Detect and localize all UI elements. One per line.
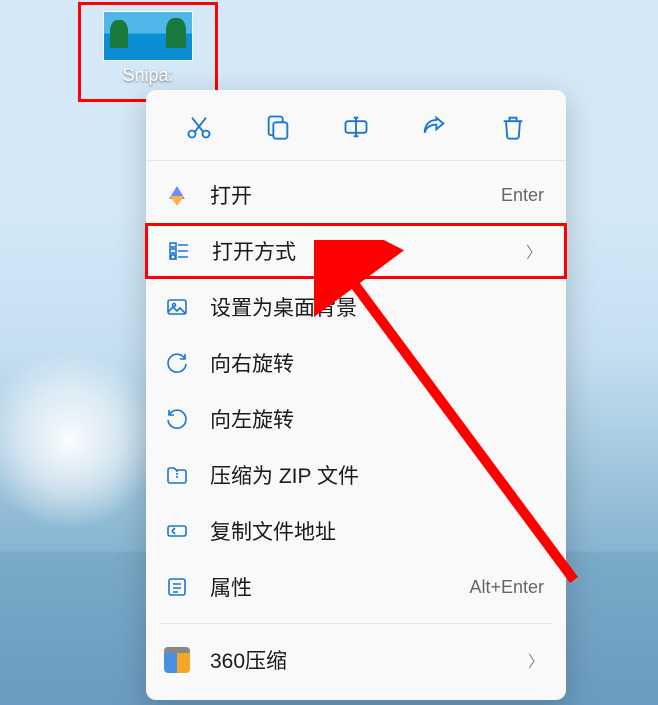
- properties-icon: [164, 574, 190, 600]
- menu-item-rotate-left[interactable]: 向左旋转: [146, 391, 566, 447]
- menu-label: 打开方式: [212, 236, 526, 266]
- menu-item-compress-zip[interactable]: 压缩为 ZIP 文件: [146, 447, 566, 503]
- menu-label: 向右旋转: [210, 348, 544, 378]
- menu-label: 属性: [210, 572, 469, 602]
- cut-icon: [185, 113, 213, 141]
- delete-icon: [499, 113, 527, 141]
- cut-button[interactable]: [173, 106, 225, 148]
- context-menu: 打开 Enter 打开方式 〉 设置为桌面背景: [146, 90, 566, 700]
- copy-icon: [264, 113, 292, 141]
- menu-label: 压缩为 ZIP 文件: [210, 460, 544, 490]
- menu-item-properties[interactable]: 属性 Alt+Enter: [146, 559, 566, 615]
- copy-button[interactable]: [252, 106, 304, 148]
- open-with-icon: [166, 238, 192, 264]
- menu-label: 复制文件地址: [210, 516, 544, 546]
- menu-item-rotate-right[interactable]: 向右旋转: [146, 335, 566, 391]
- rename-icon: [342, 113, 370, 141]
- menu-label: 设置为桌面背景: [210, 292, 544, 322]
- menu-item-360zip[interactable]: 360压缩 〉: [146, 632, 566, 688]
- menu-label: 360压缩: [210, 645, 528, 675]
- rotate-right-icon: [164, 350, 190, 376]
- share-icon: [420, 113, 448, 141]
- menu-label: 打开: [210, 180, 501, 210]
- chevron-right-icon: 〉: [528, 648, 544, 672]
- zip-icon: [164, 462, 190, 488]
- open-icon: [164, 182, 190, 208]
- copy-path-icon: [164, 518, 190, 544]
- file-label: Snipa:: [122, 65, 173, 86]
- menu-item-copy-path[interactable]: 复制文件地址: [146, 503, 566, 559]
- file-thumbnail: [103, 11, 193, 61]
- zip360-icon: [164, 647, 190, 673]
- menu-label: 向左旋转: [210, 404, 544, 434]
- chevron-right-icon: 〉: [526, 239, 542, 263]
- menu-divider: [160, 623, 552, 624]
- rotate-left-icon: [164, 406, 190, 432]
- share-button[interactable]: [408, 106, 460, 148]
- menu-shortcut: Alt+Enter: [469, 577, 544, 598]
- sun-glow: [0, 350, 160, 530]
- delete-button[interactable]: [487, 106, 539, 148]
- menu-item-open-with[interactable]: 打开方式 〉: [145, 223, 567, 279]
- menu-shortcut: Enter: [501, 185, 544, 206]
- action-bar: [146, 98, 566, 161]
- wallpaper-icon: [164, 294, 190, 320]
- menu-item-open[interactable]: 打开 Enter: [146, 167, 566, 223]
- desktop-file-icon[interactable]: Snipa:: [78, 2, 218, 102]
- menu-item-set-wallpaper[interactable]: 设置为桌面背景: [146, 279, 566, 335]
- rename-button[interactable]: [330, 106, 382, 148]
